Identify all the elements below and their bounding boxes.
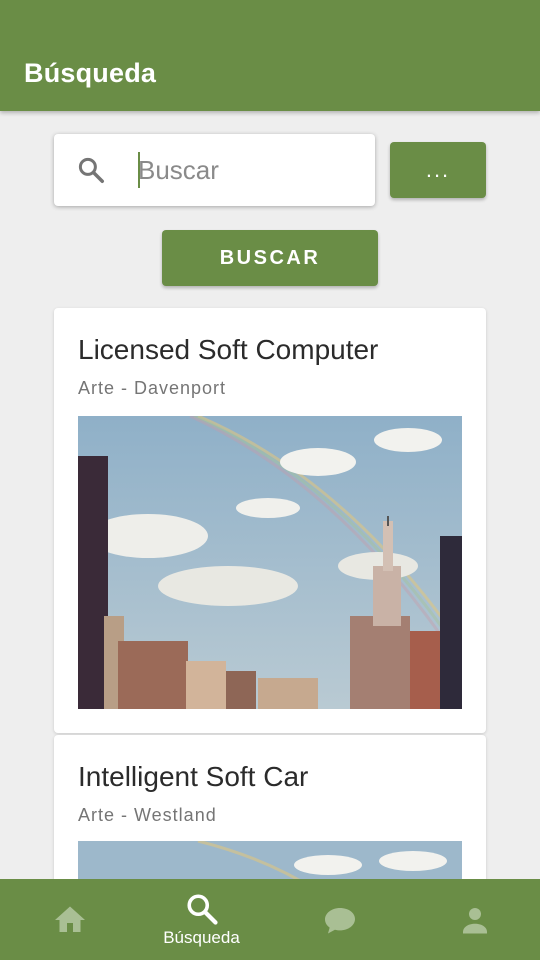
- result-subtitle: Arte - Westland: [78, 805, 217, 825]
- home-icon: [54, 906, 85, 932]
- nav-item-profile[interactable]: [407, 879, 540, 960]
- result-card[interactable]: Licensed Soft Computer Arte - Davenport: [54, 308, 486, 733]
- result-subtitle: Arte - Davenport: [78, 378, 227, 398]
- search-icon: [78, 157, 104, 183]
- page-title: Búsqueda: [24, 58, 157, 88]
- app-bar: Búsqueda: [0, 0, 540, 111]
- nav-label-search: Búsqueda: [163, 928, 240, 947]
- search-button[interactable]: BUSCAR: [162, 230, 378, 286]
- search-icon: [186, 894, 218, 925]
- search-input[interactable]: [138, 150, 358, 190]
- person-icon: [462, 907, 487, 933]
- nav-item-messages[interactable]: [272, 879, 407, 960]
- bottom-navigation: Búsqueda: [0, 879, 540, 960]
- chat-icon: [324, 907, 355, 933]
- more-options-button[interactable]: ...: [390, 142, 486, 198]
- nav-item-home[interactable]: [2, 879, 137, 960]
- result-title: Intelligent Soft Car: [78, 761, 309, 792]
- search-field[interactable]: [54, 134, 375, 206]
- nav-item-search[interactable]: Búsqueda: [134, 879, 269, 960]
- result-image: [78, 416, 462, 709]
- result-title: Licensed Soft Computer: [78, 334, 379, 365]
